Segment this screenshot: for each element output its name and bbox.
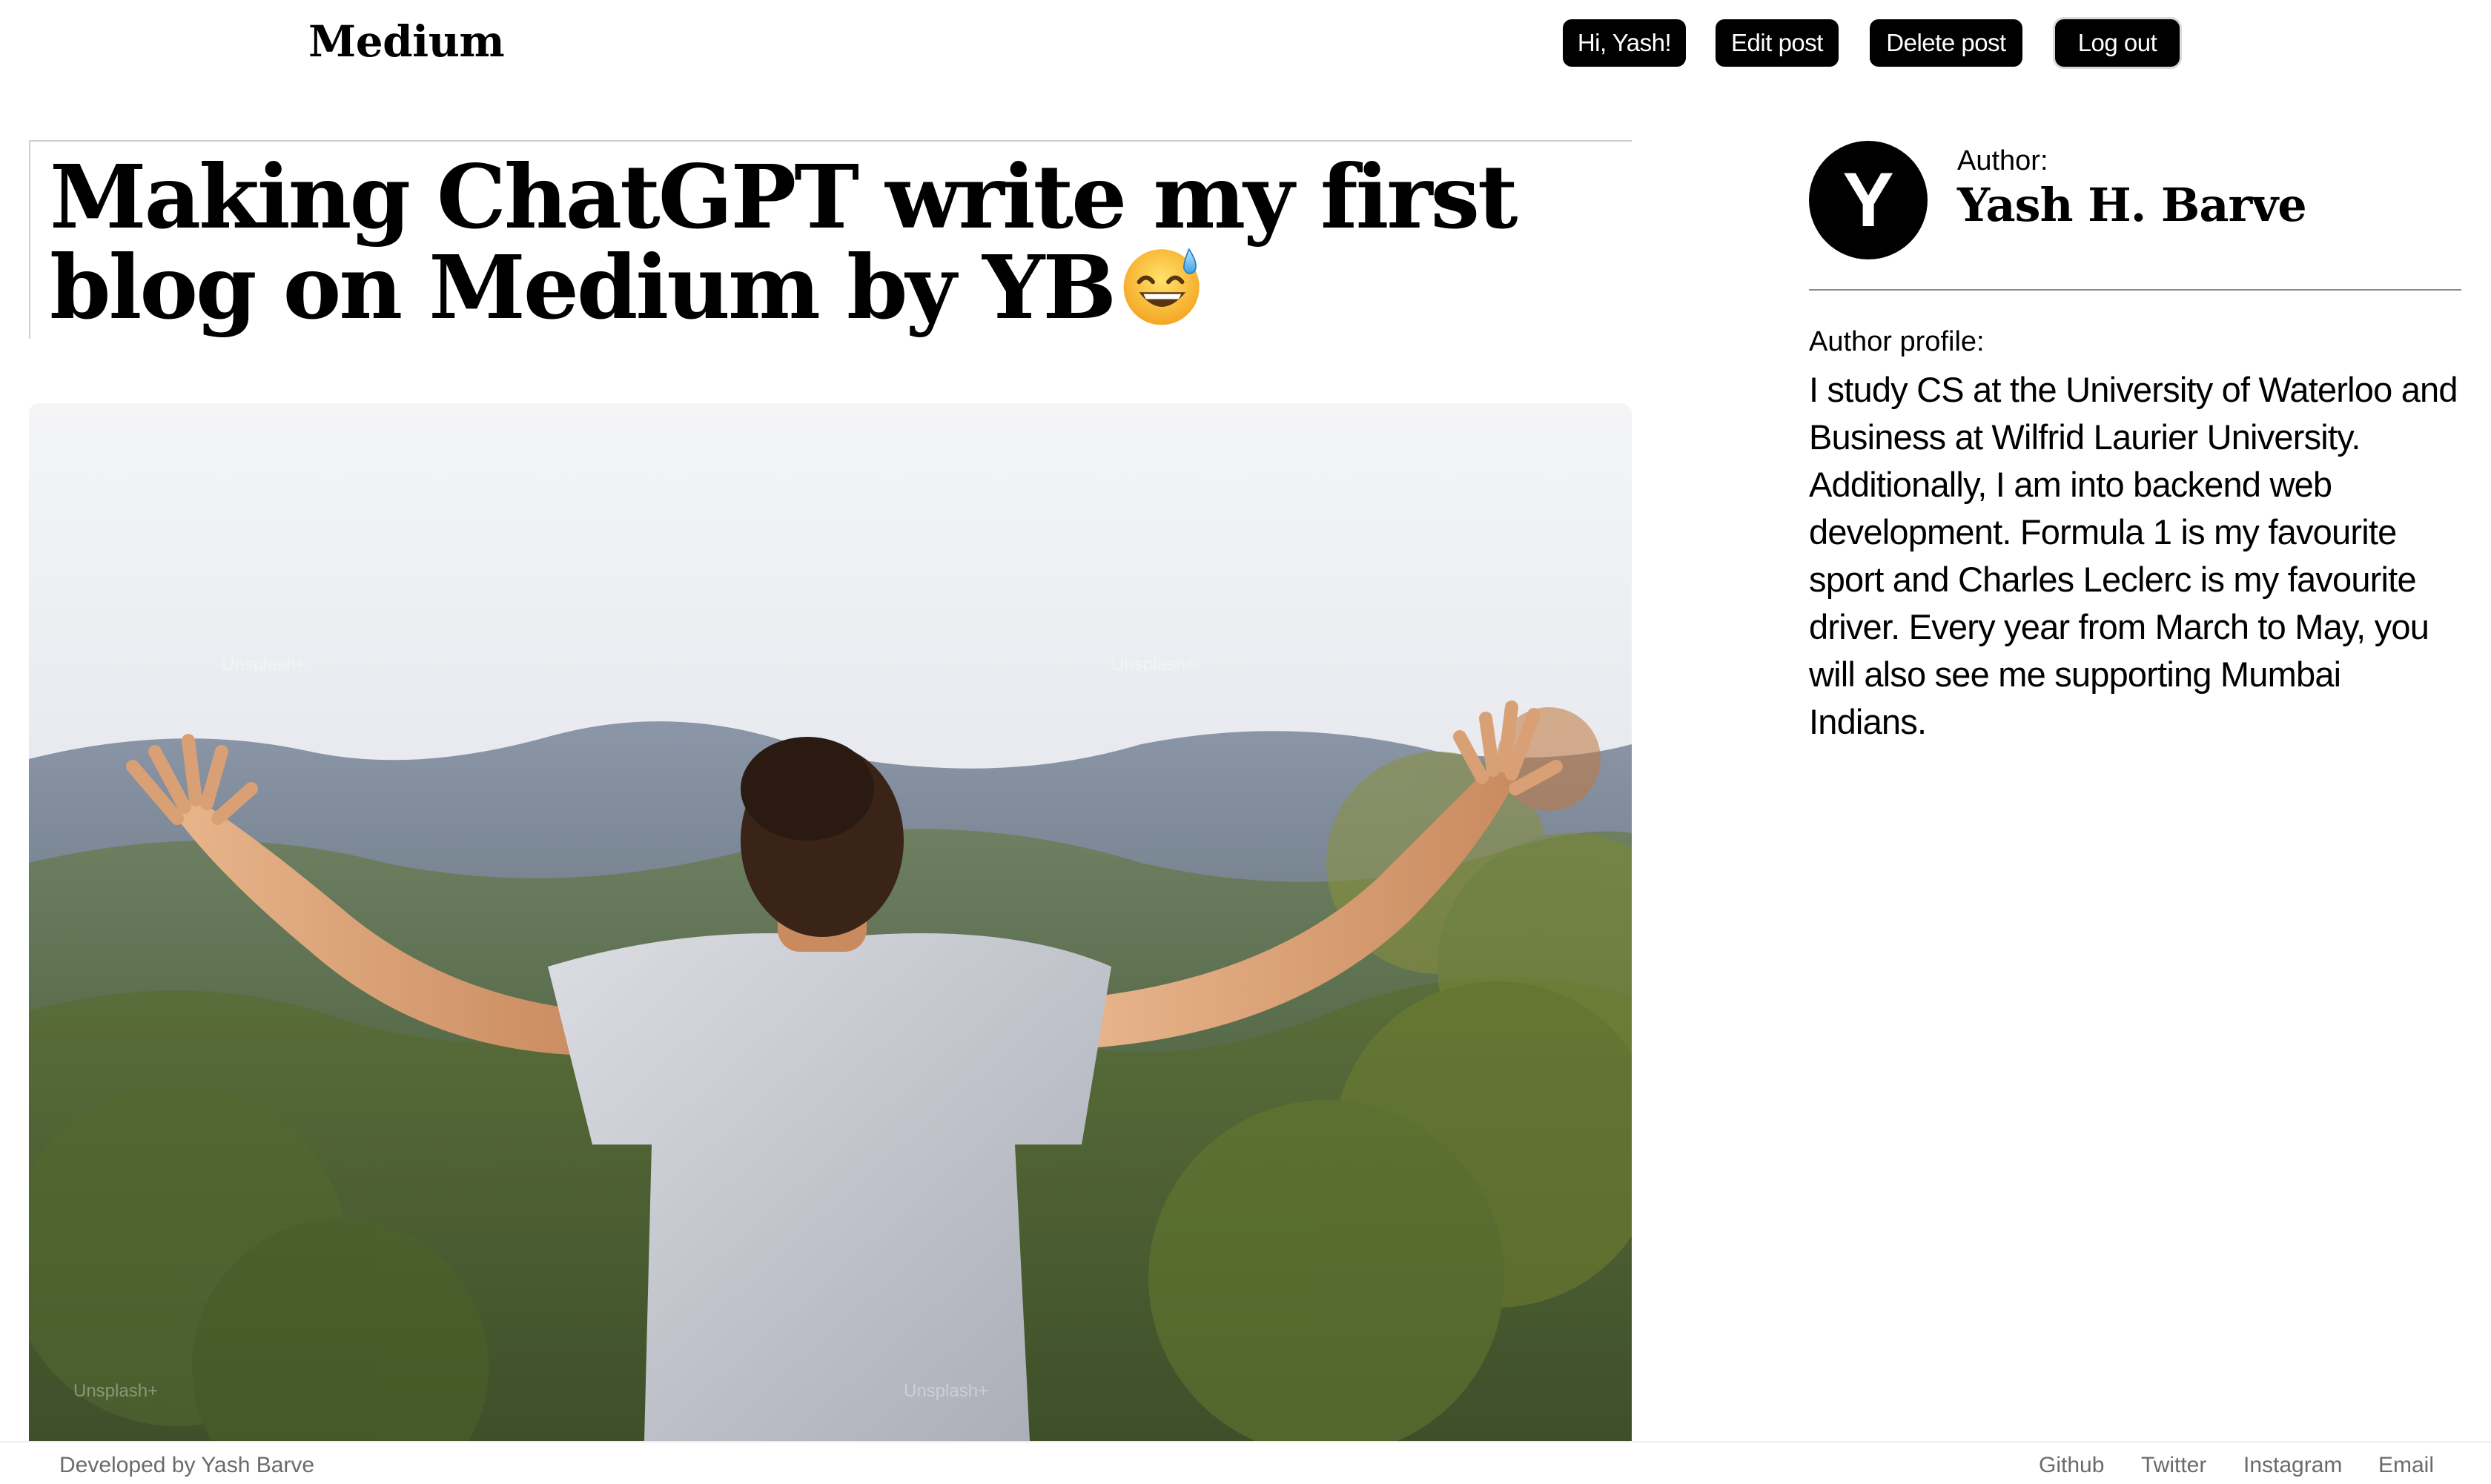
footer: Developed by Yash Barve Github Twitter I…	[0, 1441, 2491, 1484]
footer-credit: Developed by Yash Barve	[59, 1453, 315, 1477]
author-name[interactable]: Yash H. Barve	[1957, 178, 2307, 232]
grinning-face-with-sweat-icon	[1120, 242, 1206, 328]
footer-link-twitter[interactable]: Twitter	[2141, 1453, 2206, 1478]
cover-image: Unsplash+ Unsplash+ Unsplash+ Unsplash+	[29, 403, 1632, 1441]
image-watermark: Unsplash+	[73, 1381, 158, 1401]
sidebar-divider	[1809, 289, 2461, 291]
image-watermark: Unsplash+	[1111, 655, 1196, 675]
site-logo[interactable]: Medium	[308, 16, 505, 67]
author-profile-text: I study CS at the University of Waterloo…	[1809, 370, 2458, 741]
user-greeting-button[interactable]: Hi, Yash!	[1563, 19, 1686, 67]
author-label: Author:	[1957, 145, 2048, 176]
image-watermark: Unsplash+	[222, 655, 306, 675]
edit-post-button[interactable]: Edit post	[1716, 19, 1839, 67]
footer-link-email[interactable]: Email	[2378, 1453, 2434, 1478]
logout-button[interactable]: Log out	[2055, 19, 2180, 67]
delete-post-button[interactable]: Delete post	[1870, 19, 2022, 67]
top-nav: Medium Hi, Yash! Edit post Delete post L…	[0, 0, 2491, 87]
post-title-container: Making ChatGPT write my first blog on Me…	[29, 140, 1632, 339]
image-watermark: Unsplash+	[904, 1381, 988, 1401]
footer-link-github[interactable]: Github	[2039, 1453, 2104, 1478]
footer-link-instagram[interactable]: Instagram	[2243, 1453, 2342, 1478]
post-title-text: Making ChatGPT write my first blog on Me…	[50, 145, 1518, 339]
author-profile-label: Author profile:	[1809, 326, 1985, 357]
post-title: Making ChatGPT write my first blog on Me…	[50, 152, 1621, 333]
author-avatar[interactable]: Y	[1809, 141, 1928, 259]
